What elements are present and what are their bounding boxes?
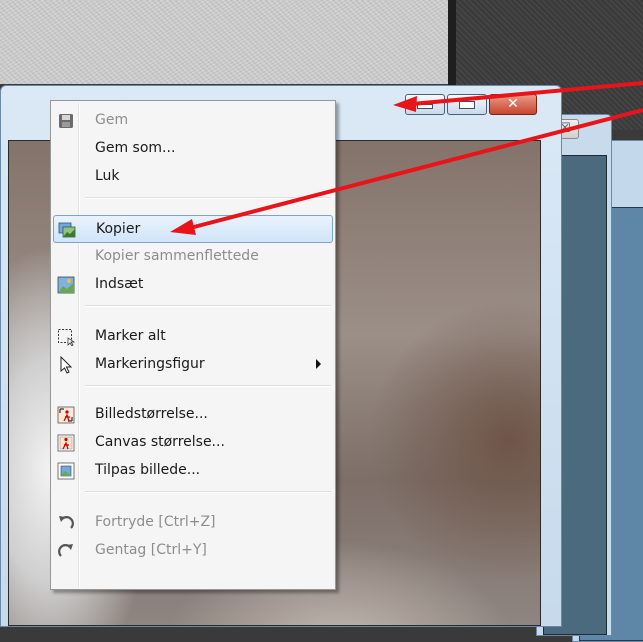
menu-item-label: Tilpas billede... bbox=[95, 462, 201, 478]
maximize-button[interactable] bbox=[447, 94, 487, 115]
menu-item-canvas-storrelse[interactable]: Canvas størrelse... bbox=[53, 429, 333, 457]
menu-item-label: Kopier sammenflettede bbox=[95, 248, 259, 264]
menu-item-indsaet[interactable]: Indsæt bbox=[53, 271, 333, 299]
desktop-background-granite bbox=[0, 0, 448, 84]
close-button[interactable]: ✕ bbox=[489, 94, 537, 115]
fit-image-icon bbox=[57, 462, 75, 480]
save-icon bbox=[59, 114, 73, 128]
menu-separator bbox=[85, 491, 331, 493]
menu-item-label: Kopier bbox=[96, 221, 141, 237]
menu-item-kopier[interactable]: Kopier bbox=[53, 215, 333, 243]
menu-item-gem-som[interactable]: Gem som... bbox=[53, 135, 333, 163]
menu-item-label: Gentag [Ctrl+Y] bbox=[95, 542, 207, 558]
pointer-icon bbox=[60, 356, 73, 374]
maximize-icon bbox=[459, 101, 475, 109]
submenu-arrow-icon bbox=[316, 359, 321, 369]
select-all-icon bbox=[58, 329, 75, 346]
menu-item-label: Canvas størrelse... bbox=[95, 434, 225, 450]
minimize-icon bbox=[417, 104, 433, 109]
menu-item-gentag[interactable]: Gentag [Ctrl+Y] bbox=[53, 537, 333, 565]
paste-image-icon bbox=[57, 276, 75, 294]
canvas-size-icon bbox=[57, 434, 75, 452]
undo-icon bbox=[59, 516, 74, 529]
minimize-button[interactable] bbox=[405, 94, 445, 115]
menu-item-luk[interactable]: Luk bbox=[53, 163, 333, 191]
menu-separator bbox=[85, 305, 331, 307]
menu-item-label: Luk bbox=[95, 168, 120, 184]
menu-separator bbox=[85, 385, 331, 387]
menu-item-label: Gem bbox=[95, 112, 129, 128]
menu-item-fortryde[interactable]: Fortryde [Ctrl+Z] bbox=[53, 509, 333, 537]
menu-item-tilpas-billede[interactable]: Tilpas billede... bbox=[53, 457, 333, 485]
menu-item-label: Fortryde [Ctrl+Z] bbox=[95, 514, 216, 530]
copy-image-icon bbox=[58, 222, 76, 238]
menu-item-label: Indsæt bbox=[95, 276, 144, 292]
redo-icon bbox=[58, 544, 73, 557]
menu-item-label: Markeringsfigur bbox=[95, 356, 205, 372]
menu-item-label: Marker alt bbox=[95, 328, 166, 344]
context-menu: Gem Gem som... Luk Kopier Kopier sammenf… bbox=[50, 100, 336, 590]
menu-separator bbox=[85, 197, 331, 199]
menu-item-billedstorrelse[interactable]: Billedstørrelse... bbox=[53, 401, 333, 429]
menu-item-label: Billedstørrelse... bbox=[95, 406, 208, 422]
menu-item-markeringsfigur[interactable]: Markeringsfigur bbox=[53, 351, 333, 379]
menu-item-marker-alt[interactable]: Marker alt bbox=[53, 323, 333, 351]
menu-item-gem[interactable]: Gem bbox=[53, 107, 333, 135]
menu-item-label: Gem som... bbox=[95, 140, 176, 156]
menu-item-kopier-sammenflettede[interactable]: Kopier sammenflettede bbox=[53, 243, 333, 271]
image-size-icon bbox=[57, 406, 75, 424]
